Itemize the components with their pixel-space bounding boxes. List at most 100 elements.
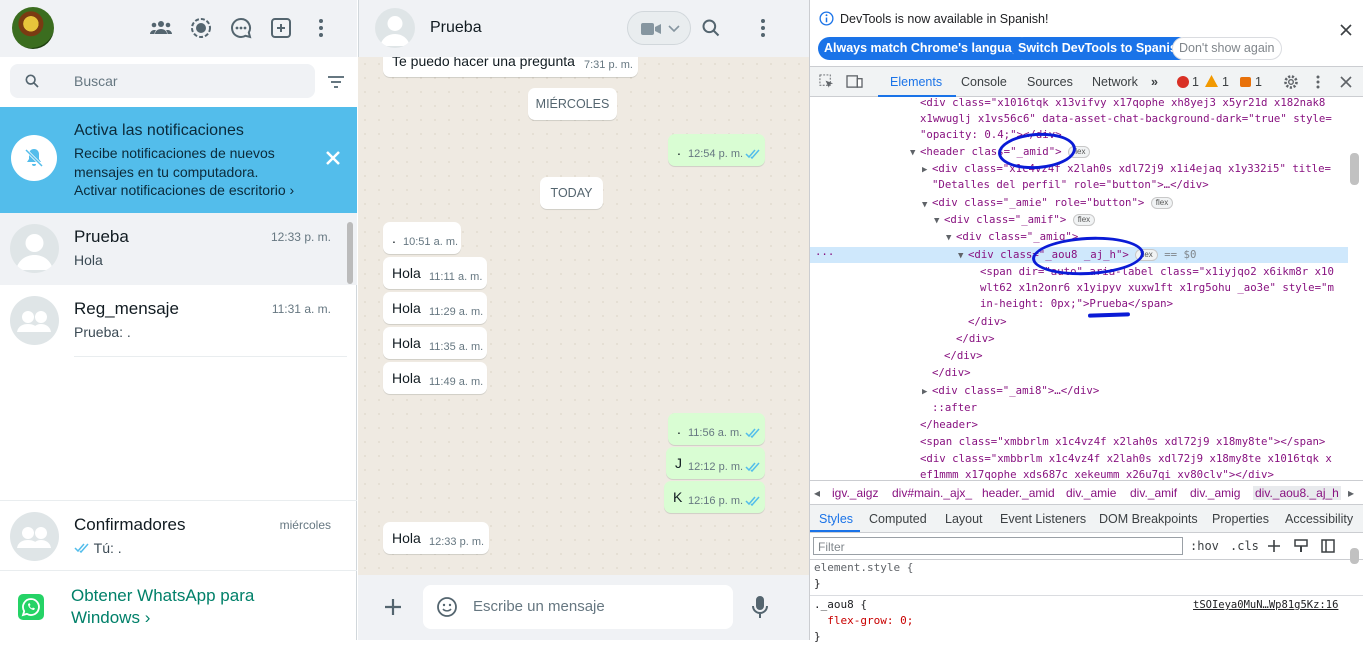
- dom-line[interactable]: <div class="x1016tqk x13vifvy x17qophe x…: [920, 97, 1325, 111]
- message-incoming[interactable]: Hola 11:29 a. m.: [383, 292, 487, 324]
- style-rule-line[interactable]: ._aou8 {: [814, 597, 867, 613]
- get-whatsapp-banner[interactable]: Obtener WhatsApp para Windows ›: [0, 570, 357, 640]
- more-options-icon[interactable]: [1315, 74, 1321, 90]
- dom-line[interactable]: </header>: [920, 417, 978, 433]
- dom-line[interactable]: </div>: [956, 331, 995, 347]
- tab-sources[interactable]: Sources: [1027, 75, 1073, 89]
- collapse-triangle-icon[interactable]: ▶: [922, 384, 927, 400]
- dom-line[interactable]: <span dir="auto" aria-label class="x1iyj…: [980, 264, 1334, 280]
- emoji-icon[interactable]: [436, 596, 458, 618]
- tab-layout[interactable]: Layout: [945, 512, 983, 526]
- conversation-header[interactable]: Prueba: [358, 0, 809, 57]
- close-icon[interactable]: [324, 149, 342, 167]
- dom-line[interactable]: <span class="xmbbrlm x1c4vz4f x2lah0s xd…: [920, 434, 1325, 450]
- microphone-icon[interactable]: [751, 595, 769, 619]
- more-tabs-icon[interactable]: »: [1151, 75, 1158, 89]
- my-avatar[interactable]: [12, 7, 54, 49]
- search-input[interactable]: Buscar: [10, 64, 315, 98]
- new-chat-icon[interactable]: [269, 16, 293, 40]
- message-outgoing[interactable]: . 12:54 p. m.: [668, 134, 765, 166]
- dom-line[interactable]: </div>: [968, 314, 1007, 330]
- dom-line[interactable]: <div class="xmbbrlm x1c4vz4f x2lah0s xdl…: [920, 451, 1332, 467]
- breadcrumb-item[interactable]: div._amie: [1066, 486, 1116, 500]
- breadcrumb-item[interactable]: div._amif: [1130, 486, 1177, 500]
- communities-icon[interactable]: [149, 16, 173, 40]
- dom-tree[interactable]: ··· <div class="x1016tqk x13vifvy x17qop…: [810, 97, 1363, 480]
- switch-to-spanish-button[interactable]: Switch DevTools to Spanish: [1012, 37, 1191, 60]
- tab-dom-breakpoints[interactable]: DOM Breakpoints: [1099, 512, 1198, 526]
- message-outgoing[interactable]: . 11:56 a. m.: [668, 413, 765, 445]
- tab-network[interactable]: Network: [1092, 75, 1138, 89]
- message-incoming[interactable]: . 10:51 a. m.: [383, 222, 461, 254]
- video-call-button[interactable]: [627, 11, 691, 45]
- dom-line[interactable]: "Detalles del perfil" role="button">…</d…: [932, 177, 1209, 193]
- expand-triangle-icon[interactable]: ▼: [922, 197, 927, 213]
- dom-tree-scrollbar[interactable]: [1350, 153, 1359, 185]
- chat-item-prueba[interactable]: Prueba 12:33 p. m. Hola: [0, 213, 357, 285]
- message-list[interactable]: Te puedo hacer una pregunta 7:31 p. m. M…: [358, 57, 809, 575]
- style-rule-line[interactable]: element.style {: [814, 560, 913, 576]
- breadcrumb-item[interactable]: div#main._ajx_: [892, 486, 972, 500]
- message-input[interactable]: Escribe un mensaje: [423, 585, 733, 629]
- message-incoming[interactable]: Hola 11:11 a. m.: [383, 257, 487, 289]
- class-toggle[interactable]: .cls: [1230, 539, 1259, 553]
- style-source-link[interactable]: tSOIeya0MuN…Wp81g5Kz:16: [1193, 597, 1338, 613]
- device-toolbar-icon[interactable]: [846, 74, 863, 89]
- chat-list-scrollbar[interactable]: [347, 222, 353, 284]
- tab-elements[interactable]: Elements: [890, 75, 942, 89]
- message-incoming[interactable]: Hola 12:33 p. m.: [383, 522, 489, 554]
- status-icon[interactable]: [189, 16, 213, 40]
- contact-avatar-icon[interactable]: [375, 8, 415, 48]
- message-incoming[interactable]: Hola 11:49 a. m.: [383, 362, 487, 394]
- breadcrumb-item[interactable]: igv._aigz: [832, 486, 878, 500]
- warning-count[interactable]: 1: [1222, 75, 1229, 89]
- dom-line[interactable]: x1wwuglj x1vs56c6" data-asset-chat-backg…: [920, 111, 1332, 127]
- flex-badge[interactable]: flex: [1150, 197, 1174, 209]
- close-devtools-icon[interactable]: [1340, 76, 1352, 88]
- dont-show-again-button[interactable]: Don't show again: [1172, 37, 1282, 60]
- tab-accessibility[interactable]: Accessibility: [1285, 512, 1353, 526]
- expand-triangle-icon[interactable]: ▼: [958, 248, 963, 264]
- message-incoming[interactable]: Hola 11:35 a. m.: [383, 327, 487, 359]
- collapse-triangle-icon[interactable]: ▶: [922, 162, 927, 178]
- chat-item-reg-mensaje[interactable]: Reg_mensaje 11:31 a. m. Prueba: .: [0, 285, 357, 357]
- dom-line[interactable]: ::after: [932, 400, 977, 416]
- new-style-rule-icon[interactable]: [1267, 539, 1281, 553]
- chat-item-confirmadores[interactable]: Confirmadores miércoles Tú: .: [0, 500, 357, 572]
- issues-icon[interactable]: [1240, 77, 1251, 87]
- enable-notifications-link[interactable]: Activar notificaciones de escritorio ›: [74, 182, 294, 198]
- flex-badge[interactable]: flex: [1072, 214, 1096, 226]
- plus-icon[interactable]: [383, 597, 403, 617]
- breadcrumb-item[interactable]: header._amid: [982, 486, 1055, 500]
- breadcrumb-scroll-left-icon[interactable]: ◂: [814, 486, 820, 500]
- issue-count[interactable]: 1: [1255, 75, 1262, 89]
- tab-computed[interactable]: Computed: [869, 512, 927, 526]
- dom-line[interactable]: in-height: 0px;">Prueba</span>: [980, 296, 1173, 312]
- contact-name[interactable]: Prueba: [430, 19, 482, 37]
- always-match-language-button[interactable]: Always match Chrome's language: [818, 37, 1033, 60]
- dom-line[interactable]: <div class="x1c4vz4f x2lah0s xdl72j9 x1i…: [932, 161, 1331, 177]
- breadcrumb-item-selected[interactable]: div._aou8._aj_h: [1253, 486, 1341, 500]
- expand-triangle-icon[interactable]: ▼: [910, 145, 915, 161]
- menu-icon[interactable]: [751, 16, 775, 40]
- node-ellipsis[interactable]: ···: [815, 247, 834, 263]
- dom-line[interactable]: </div>: [944, 348, 983, 364]
- dom-line[interactable]: <div class="_ami8">…</div>: [932, 383, 1099, 399]
- toggle-sidebar-icon[interactable]: [1321, 539, 1335, 553]
- error-count[interactable]: 1: [1192, 75, 1199, 89]
- error-icon[interactable]: [1177, 76, 1189, 88]
- dom-line[interactable]: </div>: [932, 365, 971, 381]
- tab-styles[interactable]: Styles: [819, 512, 853, 526]
- style-rule-line[interactable]: flex-grow: 0;: [814, 613, 913, 629]
- message-incoming[interactable]: Te puedo hacer una pregunta 7:31 p. m.: [383, 57, 638, 77]
- message-outgoing[interactable]: K 12:16 p. m.: [664, 481, 765, 513]
- dom-line-amif[interactable]: <div class="_amif"> flex: [944, 212, 1096, 228]
- search-icon[interactable]: [701, 18, 721, 38]
- channels-icon[interactable]: [229, 16, 253, 40]
- paint-icon[interactable]: [1294, 539, 1308, 553]
- dom-line[interactable]: wlt62 x1n2onr6 x1yipyv xuxw1ft x1rg5ohu …: [980, 280, 1334, 296]
- expand-triangle-icon[interactable]: ▼: [934, 213, 939, 229]
- dom-line[interactable]: ef1mmm x17qophe xds687c xekeumm x26u7qi …: [920, 467, 1274, 480]
- hover-state-toggle[interactable]: :hov: [1190, 539, 1219, 553]
- breadcrumb-item[interactable]: div._amig: [1190, 486, 1240, 500]
